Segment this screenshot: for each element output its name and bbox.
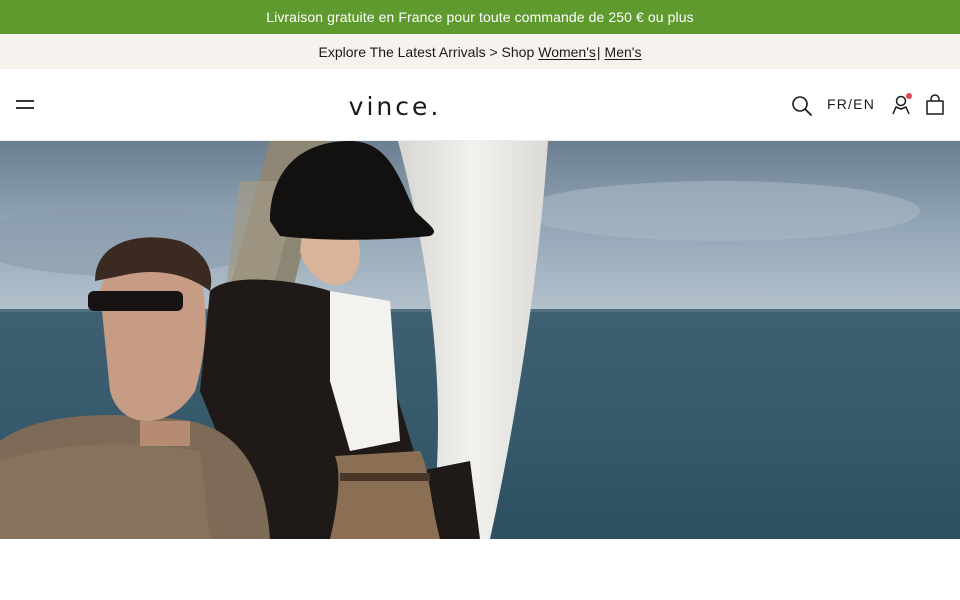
hero-banner-image[interactable] xyxy=(0,141,960,539)
explore-banner: Explore The Latest Arrivals > Shop Women… xyxy=(0,34,960,69)
hero-illustration xyxy=(0,141,960,539)
logo-text: vince. xyxy=(348,91,442,121)
notification-dot xyxy=(906,93,912,99)
vince-logo[interactable]: vince. xyxy=(334,89,456,123)
explore-lead-text: Explore The Latest Arrivals > Shop xyxy=(318,43,535,60)
cart-button[interactable] xyxy=(924,93,946,117)
promo-text: Livraison gratuite en France pour toute … xyxy=(266,9,694,25)
explore-separator: | xyxy=(596,43,601,60)
hamburger-menu-icon xyxy=(16,100,34,109)
below-hero-area xyxy=(0,539,960,600)
shopping-bag-icon xyxy=(926,94,944,115)
language-switcher[interactable]: FR/EN xyxy=(827,96,875,112)
shop-womens-link[interactable]: Women's xyxy=(538,44,596,60)
search-button[interactable] xyxy=(790,94,814,118)
site-header: vince. FR/EN xyxy=(0,69,960,141)
menu-button[interactable] xyxy=(14,95,36,115)
shop-mens-link[interactable]: Men's xyxy=(605,44,642,60)
search-icon xyxy=(792,96,812,116)
promo-banner: Livraison gratuite en France pour toute … xyxy=(0,0,960,34)
